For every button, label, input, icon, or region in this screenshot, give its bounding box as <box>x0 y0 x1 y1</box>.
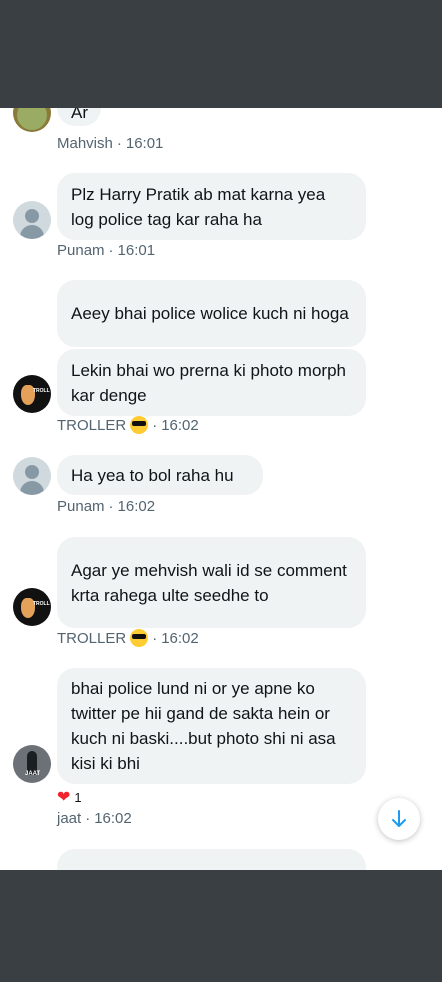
message-meta: TROLLER · 16:02 <box>57 629 199 647</box>
timestamp: 16:02 <box>161 629 199 647</box>
avatar-punam[interactable] <box>13 201 51 239</box>
sender-name: Punam <box>57 498 105 515</box>
message-meta: Punam · 16:01 <box>57 242 155 259</box>
avatar-punam[interactable] <box>13 457 51 495</box>
scroll-to-bottom-button[interactable] <box>378 798 420 840</box>
sender-name: Mahvish <box>57 135 113 152</box>
message-meta: Punam · 16:02 <box>57 498 155 515</box>
message-bubble: Agar ye mehvish wali id se comment krta … <box>57 537 366 628</box>
separator: · <box>108 242 114 259</box>
avatar-label: TROLL <box>33 388 50 394</box>
sunglasses-emoji-icon <box>130 416 149 434</box>
message-bubble: Plz Harry Pratik ab mat karna yea log po… <box>57 173 366 240</box>
message-bubble: Ar <box>57 108 101 126</box>
avatar-label: JAAT <box>25 771 41 777</box>
separator: · <box>116 135 122 152</box>
timestamp: 16:02 <box>161 416 199 434</box>
message-meta: jaat · 16:02 <box>57 810 132 827</box>
timestamp: 16:02 <box>117 498 156 515</box>
avatar-mahvish[interactable] <box>13 108 51 132</box>
message-bubble: Lekin bhai wo prerna ki photo morph kar … <box>57 349 366 416</box>
reaction[interactable]: ❤ 1 <box>57 787 82 807</box>
separator: · <box>152 629 158 647</box>
dm-conversation: Ar Mahvish · 16:01 Plz Harry Pratik ab m… <box>0 108 442 870</box>
separator: · <box>152 416 158 434</box>
message-meta: Mahvish · 16:01 <box>57 135 163 152</box>
avatar-troller[interactable]: TROLL <box>13 375 51 413</box>
separator: · <box>85 810 91 827</box>
reaction-count: 1 <box>74 789 82 805</box>
avatar-troller[interactable]: TROLL <box>13 588 51 626</box>
sunglasses-emoji-icon <box>130 629 149 647</box>
message-text: Ha yea to bol raha hu <box>71 465 234 485</box>
message-text: Aeey bhai police wolice kuch ni hoga <box>71 304 349 323</box>
timestamp: 16:01 <box>125 135 164 152</box>
message-bubble-partial <box>57 849 366 870</box>
sender-name: TROLLER <box>57 416 127 434</box>
message-text: Agar ye mehvish wali id se comment krta … <box>71 560 347 605</box>
sender-name: jaat <box>57 810 82 827</box>
message-text: Ar <box>71 108 88 122</box>
avatar-jaat[interactable]: JAAT <box>13 745 51 783</box>
top-dark-border <box>0 0 442 108</box>
heart-icon: ❤ <box>57 789 71 806</box>
message-bubble: bhai police lund ni or ye apne ko twitte… <box>57 668 366 784</box>
message-bubble: Aeey bhai police wolice kuch ni hoga <box>57 280 366 347</box>
message-text: bhai police lund ni or ye apne ko twitte… <box>71 679 336 773</box>
bottom-dark-border <box>0 870 442 982</box>
sender-name: TROLLER <box>57 629 127 647</box>
arrow-down-icon <box>392 810 406 827</box>
avatar-label: TROLL <box>33 601 50 607</box>
message-bubble: Ha yea to bol raha hu <box>57 455 263 495</box>
timestamp: 16:01 <box>117 242 156 259</box>
message-text: Lekin bhai wo prerna ki photo morph kar … <box>71 360 346 405</box>
sender-name: Punam <box>57 242 105 259</box>
message-text: Plz Harry Pratik ab mat karna yea log po… <box>71 184 326 229</box>
message-meta: TROLLER · 16:02 <box>57 416 199 434</box>
separator: · <box>108 498 114 515</box>
timestamp: 16:02 <box>94 810 132 827</box>
